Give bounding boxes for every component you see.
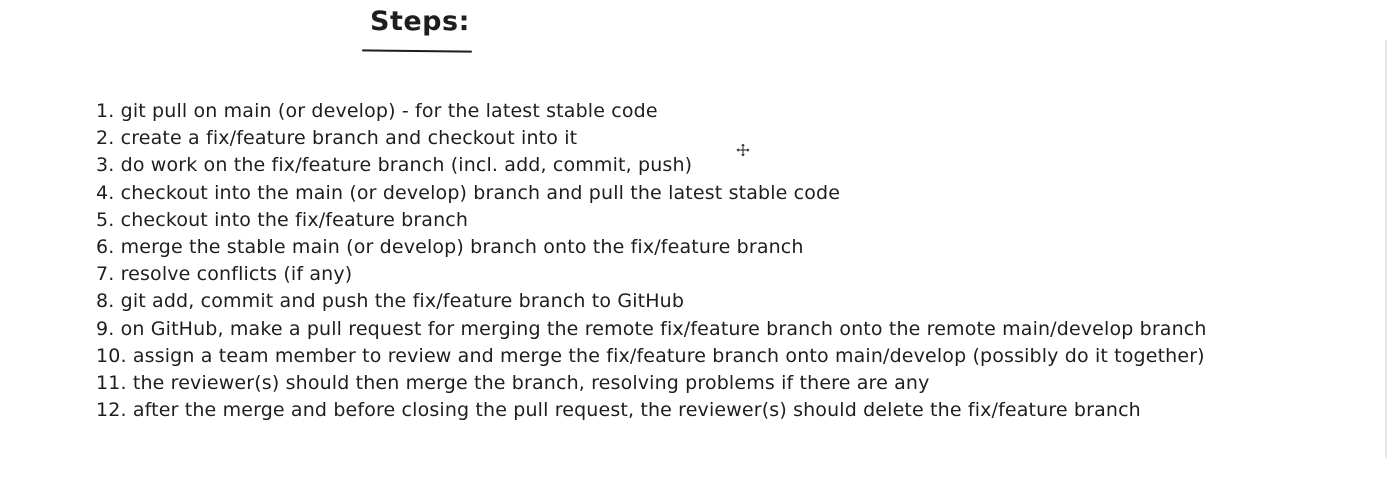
steps-heading: Steps: — [370, 6, 470, 37]
step-5: 5. checkout into the fix/feature branch — [96, 208, 469, 231]
step-4: 4. checkout into the main (or develop) b… — [96, 181, 841, 204]
steps-list: 1. git pull on main (or develop) - for t… — [96, 98, 1207, 424]
step-10: 10. assign a team member to review and m… — [96, 344, 1205, 367]
step-3: 3. do work on the fix/feature branch (in… — [96, 154, 693, 177]
heading-underline — [361, 49, 473, 53]
canvas-edge-divider — [1385, 40, 1387, 458]
step-11: 11. the reviewer(s) should then merge th… — [96, 371, 930, 394]
step-7: 7. resolve conflicts (if any) — [96, 263, 353, 286]
step-6: 6. merge the stable main (or develop) br… — [96, 235, 804, 258]
step-1: 1. git pull on main (or develop) - for t… — [96, 100, 658, 122]
step-9: 9. on GitHub, make a pull request for me… — [96, 317, 1207, 340]
step-8: 8. git add, commit and push the fix/feat… — [96, 290, 685, 313]
step-2: 2. create a fix/feature branch and check… — [96, 127, 578, 150]
step-12: 12. after the merge and before closing t… — [96, 399, 1141, 422]
whiteboard-canvas[interactable]: Steps: 1. git pull on main (or develop) … — [0, 0, 1393, 495]
move-cursor-icon — [736, 143, 750, 157]
